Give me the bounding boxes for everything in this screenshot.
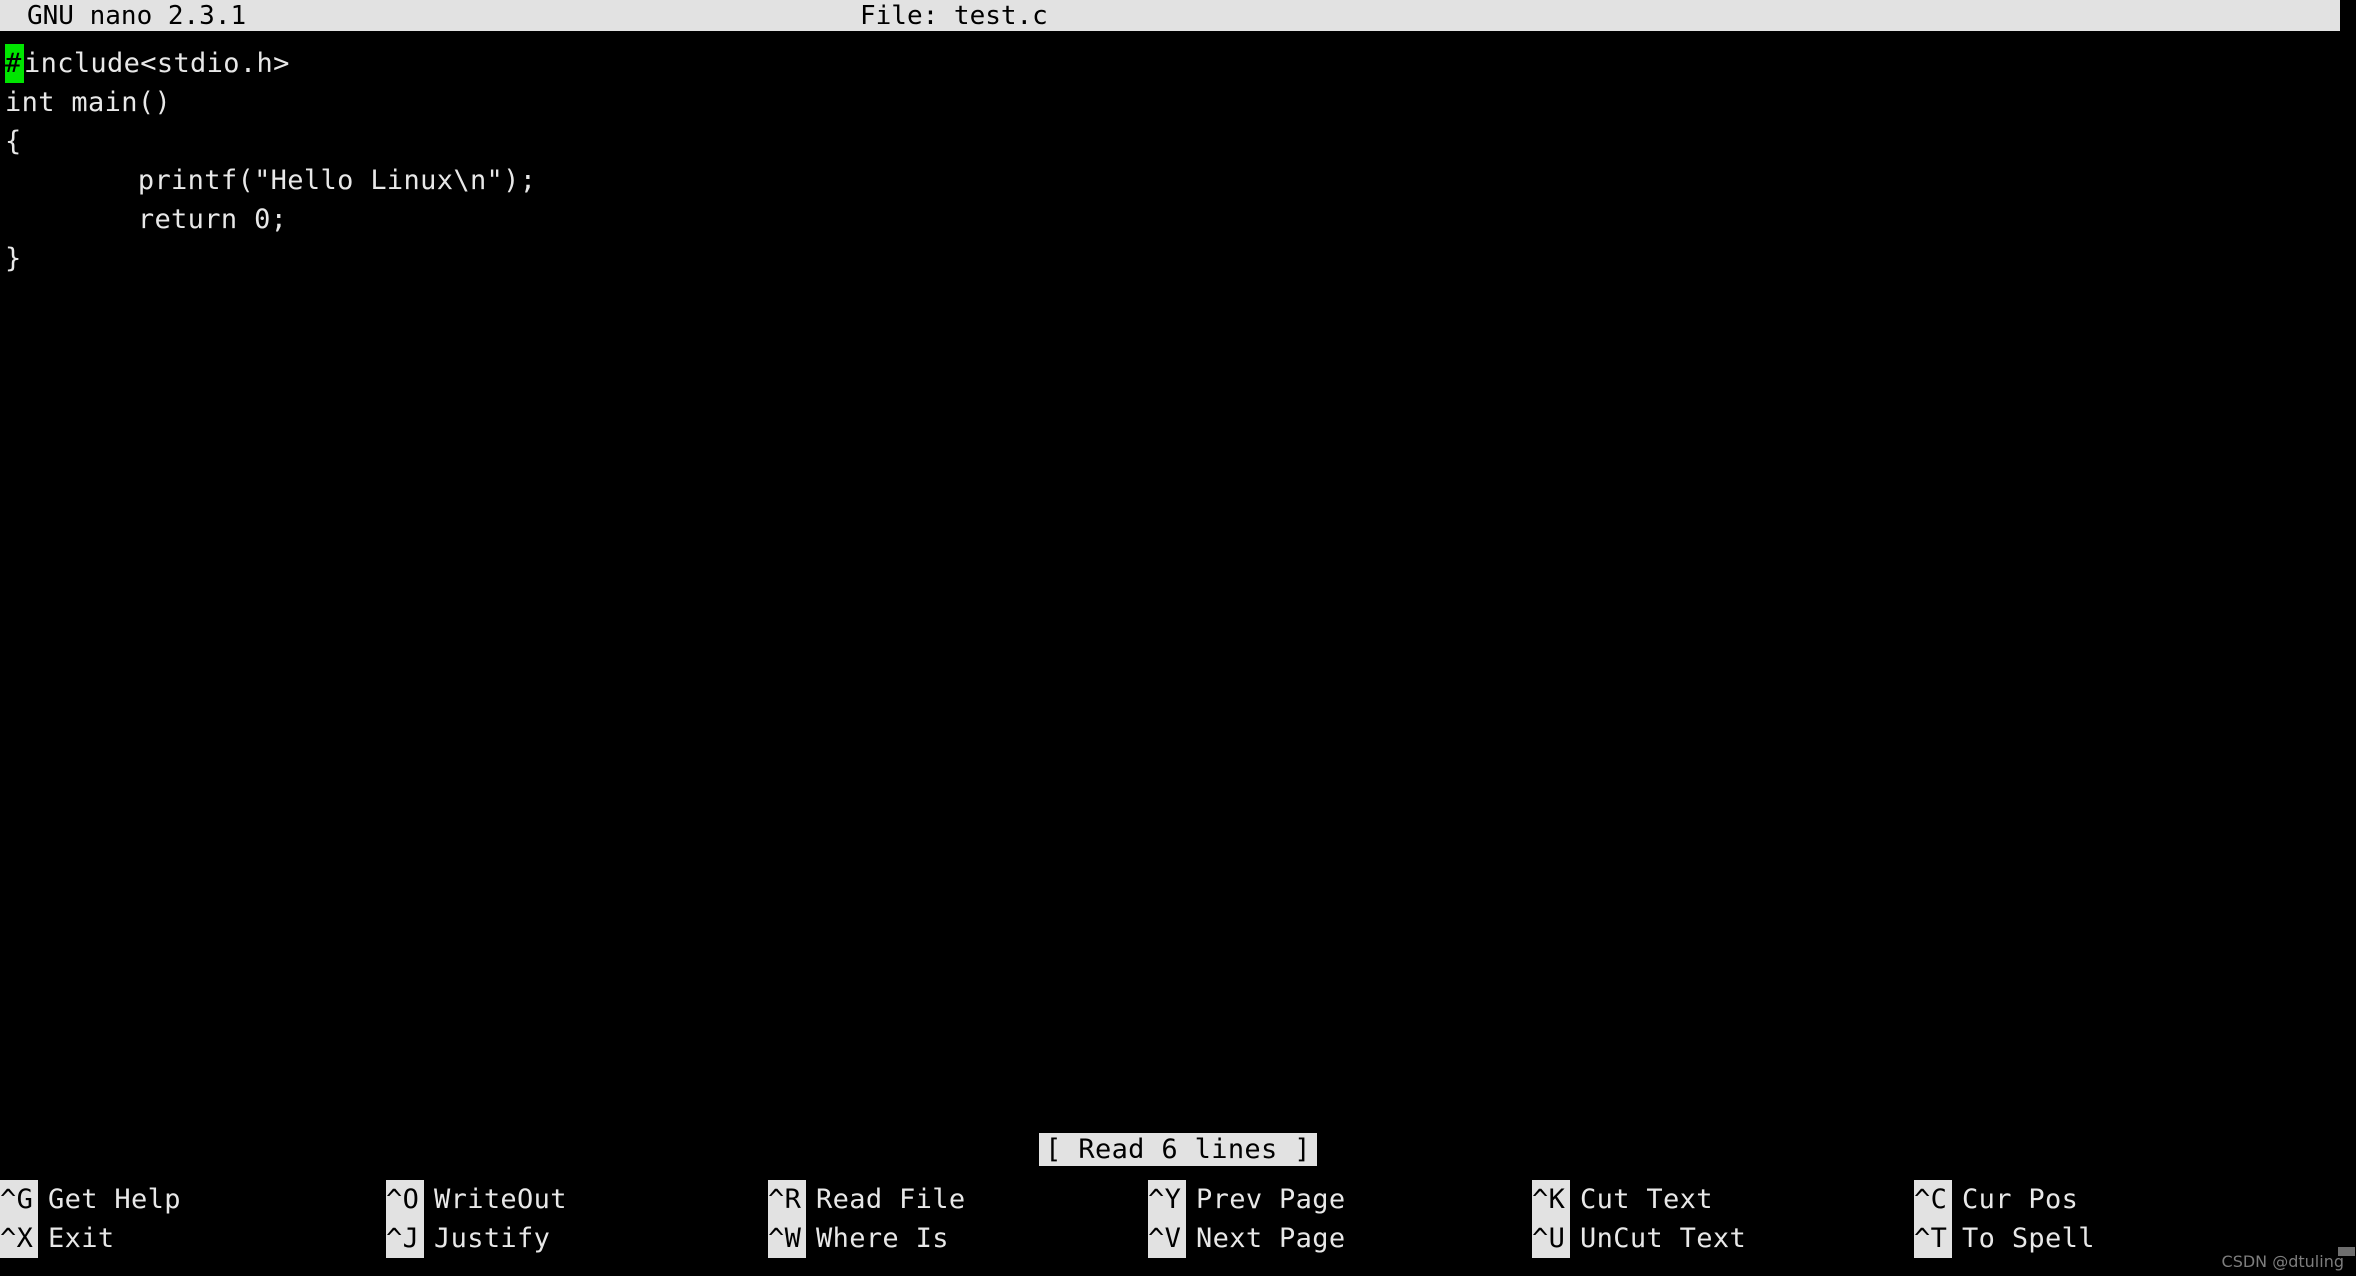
shortcut-item-prev-page[interactable]: ^Y Prev Page [1148,1180,1345,1219]
help-column: ^C Cur Pos ^T To Spell [1914,1180,2095,1258]
shortcut-key: ^G [0,1180,38,1219]
code-line-text: { [5,126,22,157]
shortcut-key: ^Y [1148,1180,1186,1219]
shortcut-key: ^J [386,1219,424,1258]
shortcut-key: ^O [386,1180,424,1219]
shortcut-item-uncut-text[interactable]: ^U UnCut Text [1532,1219,1746,1258]
shortcut-label: Justify [434,1223,551,1254]
shortcut-item-to-spell[interactable]: ^T To Spell [1914,1219,2095,1258]
shortcut-help-bar: ^G Get Help ^X Exit ^O WriteOut ^J Justify ^… [0,1180,2356,1258]
shortcut-label: WriteOut [434,1184,567,1215]
code-line[interactable]: } [0,239,2356,278]
shortcut-label: Where Is [816,1223,949,1254]
shortcut-item-read-file[interactable]: ^R Read File [768,1180,965,1219]
code-line-text: printf("Hello Linux\n"); [5,165,537,196]
shortcut-label: Cut Text [1580,1184,1713,1215]
text-editing-area[interactable]: #include<stdio.h> int main() { printf("H… [0,44,2356,1124]
shortcut-item-cut-text[interactable]: ^K Cut Text [1532,1180,1746,1219]
code-line[interactable]: #include<stdio.h> [0,44,2356,83]
shortcut-label: Get Help [48,1184,181,1215]
help-column: ^Y Prev Page ^V Next Page [1148,1180,1345,1258]
shortcut-key: ^C [1914,1180,1952,1219]
code-line[interactable]: int main() [0,83,2356,122]
code-line[interactable]: return 0; [0,200,2356,239]
shortcut-item-cur-pos[interactable]: ^C Cur Pos [1914,1180,2095,1219]
status-bar: [ Read 6 lines ] [0,1133,2356,1166]
app-version-label: GNU nano 2.3.1 [27,1,247,31]
shortcut-label: Next Page [1196,1223,1346,1254]
shortcut-key: ^K [1532,1180,1570,1219]
shortcut-label: Exit [48,1223,115,1254]
shortcut-item-justify[interactable]: ^J Justify [386,1219,567,1258]
shortcut-item-get-help[interactable]: ^G Get Help [0,1180,181,1219]
shortcut-key: ^V [1148,1219,1186,1258]
shortcut-item-next-page[interactable]: ^V Next Page [1148,1219,1345,1258]
code-line-text: return 0; [5,204,288,235]
code-line-text: int main() [5,87,172,118]
shortcut-key: ^X [0,1219,38,1258]
shortcut-label: Prev Page [1196,1184,1346,1215]
help-column: ^K Cut Text ^U UnCut Text [1532,1180,1746,1258]
code-line-text: } [5,243,22,274]
shortcut-item-exit[interactable]: ^X Exit [0,1219,181,1258]
shortcut-label: Cur Pos [1962,1184,2079,1215]
code-line[interactable]: printf("Hello Linux\n"); [0,161,2356,200]
shortcut-label: Read File [816,1184,966,1215]
nano-editor-window: GNU nano 2.3.1 File: test.c #include<std… [0,0,2356,1276]
shortcut-key: ^T [1914,1219,1952,1258]
shortcut-key: ^W [768,1219,806,1258]
shortcut-label: UnCut Text [1580,1223,1747,1254]
help-column: ^G Get Help ^X Exit [0,1180,181,1258]
status-message: [ Read 6 lines ] [1039,1133,1317,1166]
shortcut-item-writeout[interactable]: ^O WriteOut [386,1180,567,1219]
title-bar: GNU nano 2.3.1 File: test.c [0,0,2340,31]
code-line-text: include<stdio.h> [24,48,290,79]
text-cursor: # [5,44,24,83]
help-column: ^R Read File ^W Where Is [768,1180,965,1258]
shortcut-key: ^U [1532,1219,1570,1258]
shortcut-label: To Spell [1962,1223,2095,1254]
code-line[interactable]: { [0,122,2356,161]
filename-label: File: test.c [860,1,1048,31]
help-column: ^O WriteOut ^J Justify [386,1180,567,1258]
shortcut-item-where-is[interactable]: ^W Where Is [768,1219,965,1258]
watermark-label: CSDN @dtuling [2221,1252,2344,1271]
shortcut-key: ^R [768,1180,806,1219]
